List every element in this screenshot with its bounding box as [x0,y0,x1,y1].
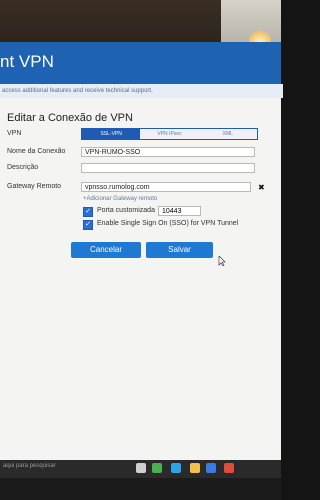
tab-xml[interactable]: XML [198,129,257,139]
task-view-icon[interactable] [136,463,146,473]
form-title: Editar a Conexão de VPN [7,112,133,124]
close-icon[interactable]: ✖ [258,183,265,192]
description-field[interactable] [81,163,255,173]
mail-icon[interactable] [224,463,234,473]
edge-icon[interactable] [171,463,181,473]
vpn-type-tabs: SSL-VPN VPN IPsec XML [81,128,258,140]
custom-port-checkbox[interactable]: ✓ [83,207,93,217]
support-notice: access additional features and receive t… [0,84,283,98]
store-icon[interactable] [206,463,216,473]
taskbar-search[interactable]: aqui para pesquisar [3,463,56,469]
chrome-icon[interactable] [152,463,162,473]
add-remote-gateway-link[interactable]: +Adicionar Gateway remoto [83,196,157,202]
app-header: nt VPN [0,42,281,84]
mouse-cursor-icon [218,256,226,266]
remote-gateway-field[interactable]: vpnsso.rumolog.com [81,182,251,192]
save-button[interactable]: Salvar [146,242,213,258]
custom-port-label: Porta customizada [97,207,155,214]
laptop-screen [0,84,281,464]
vpn-type-label: VPN [7,130,22,137]
page-title: nt VPN [0,52,54,71]
sso-checkbox[interactable]: ✓ [83,220,93,230]
cancel-button[interactable]: Cancelar [71,242,141,258]
tab-ssl-vpn[interactable]: SSL-VPN [82,129,141,139]
file-explorer-icon[interactable] [190,463,200,473]
sso-label: Enable Single Sign On (SSO) for VPN Tunn… [97,220,239,227]
custom-port-field[interactable]: 10443 [158,206,201,216]
remote-gateway-label: Gateway Remoto [7,183,62,190]
connection-name-label: Nome da Conexão [7,148,66,155]
tab-vpn-ipsec[interactable]: VPN IPsec [140,129,199,139]
connection-name-field[interactable]: VPN-RUMO-SSO [81,147,255,157]
description-label: Descrição [7,164,39,171]
